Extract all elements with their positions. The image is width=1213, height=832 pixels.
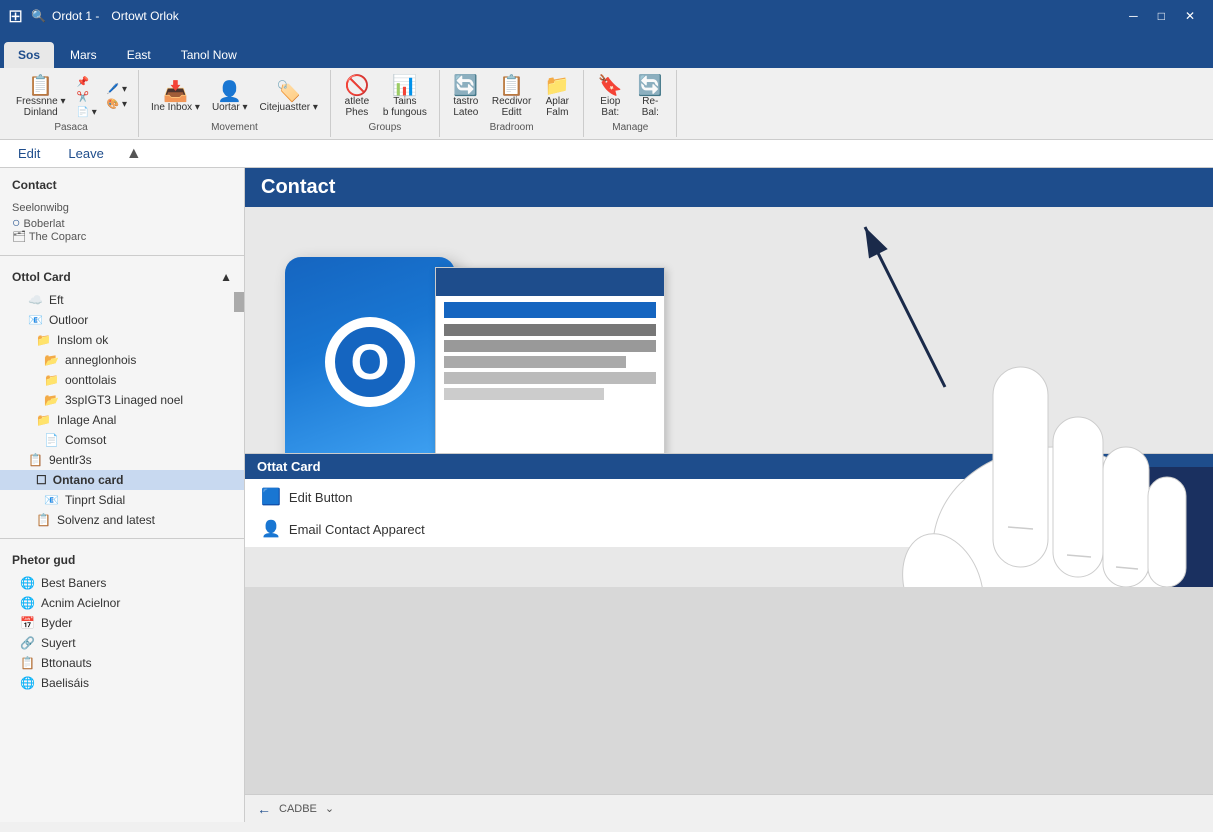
sidebar-contact-section: Contact Seelonwibg ○ Boberlat 🗂 The Copa… <box>0 168 244 251</box>
ribbon-btn-inbox[interactable]: 📥 Ine Inbox ▾ <box>147 80 204 115</box>
ribbon-btn-uortar[interactable]: 👤 Uortar ▾ <box>208 80 252 115</box>
sidebar-item-anneglonhois[interactable]: 📂 anneglonhois <box>0 350 244 370</box>
contact-email-row[interactable]: 👤 Email Contact Apparect <box>245 515 1213 547</box>
contact-body: O <box>245 207 1213 587</box>
ribbon-group-label-bradroom: Bradroom <box>490 122 534 133</box>
search-icon[interactable]: 🔍 <box>31 9 46 23</box>
main-layout: Contact Seelonwibg ○ Boberlat 🗂 The Copa… <box>0 168 1213 822</box>
contact-title-bar: Contact <box>245 168 1213 207</box>
ribbon-group-label-pasaca: Pasaca <box>54 122 87 133</box>
windows-icon: ⊞ <box>8 6 23 27</box>
sidebar-contact-header: Contact <box>0 172 244 198</box>
edit-bar: Edit Leave ▲ <box>0 140 1213 168</box>
ribbon-bar: 📋 Fressnne ▾ Dinland 📌 ✂️ 📄 ▾ 🖊️ ▾ 🎨 ▾ P… <box>0 68 1213 140</box>
contact-edit-button-row[interactable]: 🟦 Edit Button <box>245 479 1213 515</box>
sidebar-item-tinprt[interactable]: 📧 Tinprt Sdial <box>0 490 244 510</box>
ribbon-group-groups: 🚫 atlete Phes 📊 Tains b fungous Groups <box>331 70 440 137</box>
ribbon-btn-citejuastter[interactable]: 🏷️ Citejuastter ▾ <box>256 80 322 115</box>
doc-line-2 <box>444 340 656 352</box>
minimize-button[interactable]: ─ <box>1119 9 1148 23</box>
close-button[interactable]: ✕ <box>1175 9 1205 23</box>
doc-line-1 <box>444 324 656 336</box>
sidebar: Contact Seelonwibg ○ Boberlat 🗂 The Copa… <box>0 168 245 822</box>
ribbon-btn-recdivor[interactable]: 📋 Recdivor Editt <box>488 74 535 120</box>
sidebar-item-suyert[interactable]: 🔗 Suyert <box>0 633 244 653</box>
sidebar-item-baelisais[interactable]: 🌐 Baelisáis <box>0 673 244 693</box>
sidebar-item-solvenz[interactable]: 📋 Solvenz and latest <box>0 510 244 530</box>
ribbon-group-label-movement: Movement <box>211 122 258 133</box>
ribbon-group-movement: 📥 Ine Inbox ▾ 👤 Uortar ▾ 🏷️ Citejuastter… <box>139 70 331 137</box>
sidebar-item-bttonauts[interactable]: 📋 Bttonauts <box>0 653 244 673</box>
app-title-2: Ortowt Orlok <box>111 9 1119 23</box>
sidebar-ottol-header[interactable]: Ottol Card ▲ <box>0 264 244 290</box>
content-area: Contact O <box>245 168 1213 822</box>
outlook-o-circle: O <box>325 317 415 407</box>
sidebar-item-inslom[interactable]: 📁 Inslom ok <box>0 330 244 350</box>
ribbon-btn-fill[interactable]: 🎨 ▾ <box>104 98 130 111</box>
ribbon-btn-aplar[interactable]: 📁 Aplar Falm <box>539 74 575 120</box>
ribbon-btn-re[interactable]: 🔄 Re- Bal: <box>632 74 668 120</box>
contact-heading: Contact <box>261 176 335 198</box>
tab-east[interactable]: East <box>113 42 165 68</box>
sidebar-item-acnim[interactable]: 🌐 Acnim Acielnor <box>0 593 244 613</box>
maximize-button[interactable]: □ <box>1148 9 1175 23</box>
ribbon-btn-format[interactable]: 🖊️ ▾ <box>104 83 130 96</box>
doc-line-4 <box>444 372 656 384</box>
ribbon-btn-fressnne[interactable]: 📋 Fressnne ▾ Dinland <box>12 74 69 120</box>
ribbon-group-label-manage: Manage <box>612 122 648 133</box>
ribbon-tabs: Sos Mars East Tanol Now <box>0 32 1213 68</box>
sidebar-section-phetor: Phetor gud 🌐 Best Baners 🌐 Acnim Acielno… <box>0 543 244 697</box>
status-tab-icon: ⌄ <box>325 802 334 815</box>
edit-button[interactable]: Edit <box>12 144 46 163</box>
ribbon-group-manage: 🔖 Eiop Bat: 🔄 Re- Bal: Manage <box>584 70 677 137</box>
leave-button[interactable]: Leave <box>62 144 109 163</box>
ribbon-group-pasaca: 📋 Fressnne ▾ Dinland 📌 ✂️ 📄 ▾ 🖊️ ▾ 🎨 ▾ P… <box>4 70 139 137</box>
sidebar-item-inlage[interactable]: 📁 Inlage Anal <box>0 410 244 430</box>
ribbon-btn-tains[interactable]: 📊 Tains b fungous <box>379 74 431 120</box>
sidebar-item-outloor[interactable]: 📧 Outloor <box>0 310 244 330</box>
outlook-card-section: Ottat Card 🟦 Edit Button 👤 Email Contact… <box>245 453 1213 547</box>
email-action-icon: 👤 <box>261 519 281 539</box>
sidebar-item-eft[interactable]: ☁️ Eft <box>0 290 244 310</box>
tab-tanol[interactable]: Tanol Now <box>167 42 251 68</box>
ribbon-btn-cut[interactable]: ✂️ <box>73 91 99 104</box>
edit-action-icon: 🟦 <box>261 487 281 507</box>
outlook-card-title-bar: Ottat Card <box>245 454 1213 479</box>
outlook-folder-icon: O <box>285 257 455 467</box>
sidebar-contact-info: Seelonwibg ○ Boberlat 🗂 The Coparc <box>0 198 244 247</box>
ribbon-btn-pin[interactable]: 📌 <box>73 76 99 89</box>
ribbon-btn-eiop[interactable]: 🔖 Eiop Bat: <box>592 74 628 120</box>
sidebar-item-3spigt3[interactable]: 📂 3spIGT3 Linaged noel <box>0 390 244 410</box>
doc-line-3 <box>444 356 626 368</box>
ribbon-btn-copy[interactable]: 📄 ▾ <box>73 106 99 119</box>
sidebar-section-ottol: Ottol Card ▲ ☁️ Eft 📧 Outloor 📁 Inslom o… <box>0 260 244 534</box>
status-text: CADBE <box>279 803 317 815</box>
ribbon-group-label-groups: Groups <box>368 122 401 133</box>
sidebar-item-oonttolais[interactable]: 📁 oonttolais <box>0 370 244 390</box>
title-bar: ⊞ 🔍 Ordot 1 - Ortowt Orlok ─ □ ✕ <box>0 0 1213 32</box>
tab-sos[interactable]: Sos <box>4 42 54 68</box>
tab-mars[interactable]: Mars <box>56 42 111 68</box>
status-bar: ← CADBE ⌄ <box>245 794 1213 822</box>
sidebar-item-comsot[interactable]: 📄 Comsot <box>0 430 244 450</box>
ribbon-group-bradroom: 🔄 tastro Lateo 📋 Recdivor Editt 📁 Aplar … <box>440 70 584 137</box>
back-icon[interactable]: ← <box>257 801 271 817</box>
ribbon-btn-atlete[interactable]: 🚫 atlete Phes <box>339 74 375 120</box>
sidebar-item-ontano-card[interactable]: ☐ Ontano card <box>0 470 244 490</box>
doc-header <box>436 268 664 296</box>
sidebar-item-best-baners[interactable]: 🌐 Best Baners <box>0 573 244 593</box>
doc-blue-bar <box>444 302 656 318</box>
app-title-1: Ordot 1 - <box>52 9 99 23</box>
sidebar-item-byder[interactable]: 📅 Byder <box>0 613 244 633</box>
doc-line-5 <box>444 388 604 400</box>
ribbon-btn-tastro[interactable]: 🔄 tastro Lateo <box>448 74 484 120</box>
sidebar-item-9entlr3s[interactable]: 📋 9entlr3s <box>0 450 244 470</box>
doc-preview-card <box>435 267 665 457</box>
sidebar-phetor-header[interactable]: Phetor gud <box>0 547 244 573</box>
collapse-icon[interactable]: ▲ <box>126 145 142 163</box>
